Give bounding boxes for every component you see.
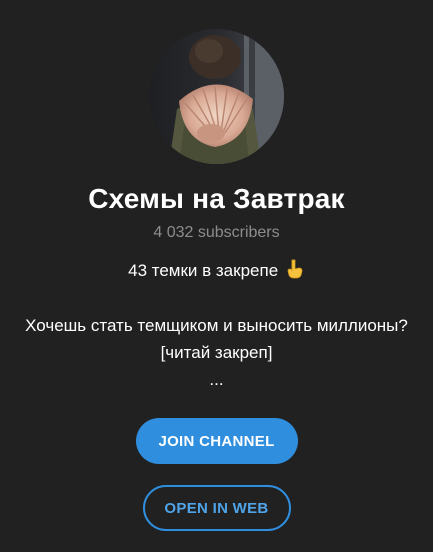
description-line-1-text: 43 темки в закрепе (128, 261, 279, 280)
channel-preview-page: Схемы на Завтрак 4 032 subscribers 43 те… (0, 0, 433, 552)
description-line-2: Хочешь стать темщиком и выносить миллион… (25, 316, 408, 335)
avatar-photo-icon (149, 29, 284, 164)
description-spacer (7, 284, 427, 312)
join-channel-button[interactable]: JOIN CHANNEL (135, 418, 298, 464)
subscriber-count: 4 032 subscribers (153, 224, 280, 241)
channel-description: 43 темки в закрепе Хочешь стать темщиком… (7, 257, 427, 393)
channel-title: Схемы на Завтрак (88, 183, 345, 214)
description-ellipsis: ... (209, 370, 224, 389)
backhand-index-pointing-down-icon (287, 259, 303, 279)
description-line-1: 43 темки в закрепе (7, 257, 427, 284)
avatar (149, 29, 284, 164)
open-in-web-button[interactable]: OPEN IN WEB (142, 485, 291, 531)
description-line-3: [читай закреп] (160, 343, 273, 362)
